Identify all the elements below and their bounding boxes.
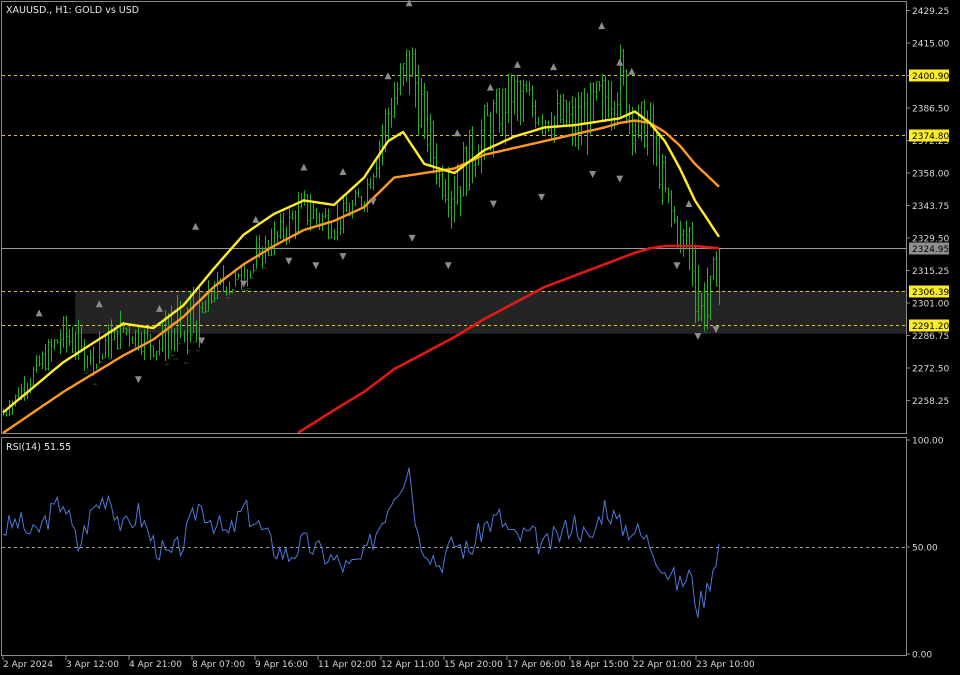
rsi-header: RSI(14) 51.55: [6, 442, 71, 453]
time-tick-label: 18 Apr 15:00: [570, 660, 629, 670]
time-tick-label: 17 Apr 06:00: [507, 660, 566, 670]
price-tick-label: 2386.50: [912, 105, 949, 115]
rsi-tick-label: 50.00: [912, 544, 938, 554]
price-tick-label: 2286.75: [912, 332, 949, 342]
time-tick-label: 3 Apr 12:00: [66, 660, 119, 670]
time-tick-label: 12 Apr 11:00: [381, 660, 440, 670]
level-tag-text-4: 2291.20: [912, 322, 949, 332]
price-tick-label: 2272.50: [912, 365, 949, 375]
level-tag-text-1: 2374.80: [912, 132, 949, 142]
price-tick-label: 2415.00: [912, 40, 949, 50]
price-tick-label: 2343.75: [912, 202, 949, 212]
price-tick-label: 2301.00: [912, 300, 949, 310]
main-chart-header: XAUUSD., H1: GOLD vs USD: [6, 5, 139, 16]
price-tick-label: 2358.00: [912, 170, 949, 180]
time-tick-label: 22 Apr 01:00: [633, 660, 692, 670]
level-tag-text-3: 2306.39: [912, 288, 949, 298]
price-tick-label: 2315.25: [912, 267, 949, 277]
time-tick-label: 9 Apr 16:00: [255, 660, 308, 670]
time-tick-label: 23 Apr 10:00: [696, 660, 755, 670]
price-tick-label: 2258.25: [912, 397, 949, 407]
level-tag-text-2: 2324.95: [912, 245, 949, 255]
level-tag-text-0: 2400.90: [912, 72, 949, 82]
price-tick-label: 2429.25: [912, 7, 949, 17]
time-tick-label: 8 Apr 07:00: [192, 660, 245, 670]
time-tick-label: 2 Apr 2024: [3, 660, 53, 670]
time-tick-label: 15 Apr 20:00: [444, 660, 503, 670]
rsi-tick-label: 0.00: [912, 651, 932, 661]
rsi-tick-label: 100.00: [912, 437, 944, 447]
price-chart[interactable]: 2429.252415.002400.752386.502372.252358.…: [0, 0, 960, 675]
time-tick-label: 11 Apr 02:00: [318, 660, 377, 670]
time-tick-label: 4 Apr 21:00: [129, 660, 182, 670]
